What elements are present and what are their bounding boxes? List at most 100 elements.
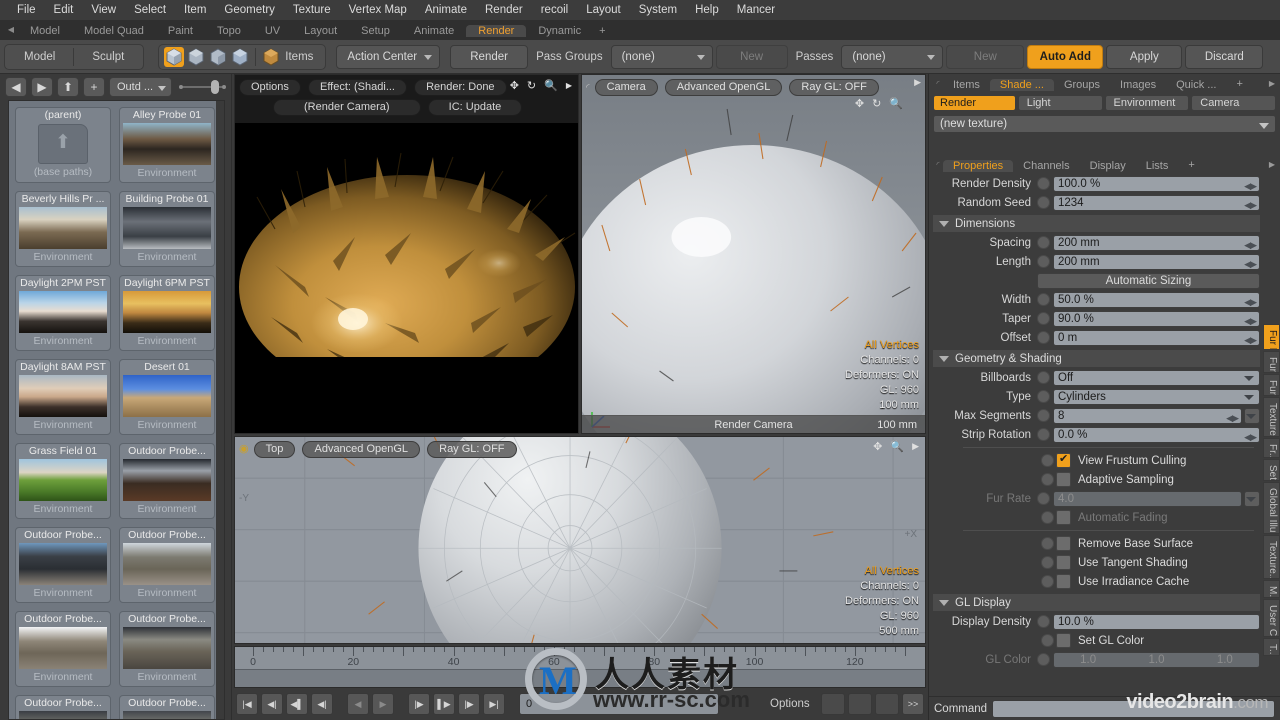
vertical-tab-9[interactable]: User C ... [1263, 599, 1280, 637]
view-frustum-culling-row[interactable]: View Frustum Culling [929, 451, 1262, 470]
geo-strip-rotation-knob[interactable] [1037, 428, 1050, 441]
preset-card[interactable]: Outdoor Probe...Environment [119, 443, 215, 519]
items-mode-icon[interactable] [261, 47, 281, 67]
fur-render-density-row[interactable]: Render Density 100.0 % ◀▶ [929, 174, 1262, 193]
timeline-keyframe-lane[interactable] [235, 669, 925, 687]
slider-track[interactable] [183, 80, 222, 94]
ic-update-button[interactable]: IC: Update [427, 99, 523, 116]
sub-tab-add[interactable]: + [1178, 157, 1204, 174]
preset-card[interactable]: Outdoor Probe...Environment [15, 527, 111, 603]
dim-taper-row[interactable]: Taper 90.0 % ◀▶ [929, 309, 1262, 328]
preset-card[interactable]: Building Probe 01 Environment [119, 191, 215, 267]
go-to-end-icon[interactable]: ▶| [483, 693, 505, 715]
fur-rate-knob[interactable] [1037, 492, 1050, 505]
menu-item-vertex-map[interactable]: Vertex Map [340, 0, 416, 20]
tabs-scroll-right-icon[interactable]: ▶ [1264, 75, 1280, 93]
nav-up-icon[interactable]: ⬆ [57, 77, 79, 97]
properties-tab-add[interactable]: + [1226, 76, 1252, 93]
expand-arrow-icon[interactable]: ▶ [566, 81, 572, 90]
vertical-tab-0[interactable]: Fur M... [1263, 324, 1280, 350]
remove-base-surface-row[interactable]: Remove Base Surface [929, 534, 1262, 553]
preset-card[interactable]: Outdoor Probe...Environment [119, 527, 215, 603]
preset-card[interactable]: Daylight 8AM PST Environment [15, 359, 111, 435]
preset-card[interactable]: Grass Field 01 Environment [15, 443, 111, 519]
dim-automatic-sizing-button[interactable]: Automatic Sizing [1037, 272, 1260, 289]
menu-item-mancer[interactable]: Mancer [728, 0, 784, 20]
render-camera-button[interactable]: (Render Camera) [273, 99, 421, 116]
previous-key-icon[interactable]: ◀| [261, 693, 283, 715]
shader-segment-render[interactable]: Render [933, 95, 1016, 111]
preset-card[interactable]: (parent) (base paths) [15, 107, 111, 183]
preset-card[interactable]: Outdoor Probe...Environment [15, 695, 111, 719]
spinner-icon[interactable]: ◀▶ [1226, 411, 1239, 423]
properties-tab-items[interactable]: Items [943, 79, 990, 91]
use-tangent-shading-row[interactable]: Use Tangent Shading [929, 553, 1262, 572]
fur-rate-row[interactable]: Fur Rate 4.0 [929, 489, 1262, 508]
spinner-icon[interactable]: ◀▶ [1244, 295, 1257, 307]
dim-offset-row[interactable]: Offset 0 m ◀▶ [929, 328, 1262, 347]
go-to-start-icon[interactable]: |◀ [236, 693, 258, 715]
gl-color-knob[interactable] [1037, 653, 1050, 666]
fur-random-seed-row[interactable]: Random Seed 1234 ◀▶ [929, 193, 1262, 212]
use-tangent-shading-checkbox[interactable] [1056, 555, 1071, 570]
vertical-tab-7[interactable]: Texture... [1263, 535, 1280, 579]
adaptive-sampling-knob[interactable] [1041, 473, 1054, 486]
next-key-icon[interactable]: |▶ [458, 693, 480, 715]
display-density-knob[interactable] [1037, 615, 1050, 628]
transport-overflow-button[interactable]: >> [902, 693, 924, 715]
discard-button[interactable]: Discard [1185, 44, 1264, 69]
mode-sculpt-button[interactable]: Sculpt [74, 45, 142, 69]
menu-item-help[interactable]: Help [686, 0, 728, 20]
sub-tab-display[interactable]: Display [1080, 160, 1136, 172]
animation-tool-3-icon[interactable] [875, 693, 899, 715]
menu-item-select[interactable]: Select [125, 0, 175, 20]
vertical-tab-3[interactable]: Texture ... [1263, 397, 1280, 437]
dim-taper-field[interactable]: 90.0 % ◀▶ [1053, 310, 1260, 327]
geo-type-dropdown[interactable]: Cylinders [1053, 388, 1260, 405]
subtabs-menu-icon[interactable]: ◜ [933, 156, 943, 174]
use-irradiance-cache-row[interactable]: Use Irradiance Cache [929, 572, 1262, 591]
menu-item-geometry[interactable]: Geometry [215, 0, 284, 20]
camera-raygl-button[interactable]: Ray GL: OFF [789, 79, 879, 96]
dim-offset-knob[interactable] [1037, 331, 1050, 344]
dim-width-field[interactable]: 50.0 % ◀▶ [1053, 291, 1260, 308]
shader-segment-light[interactable]: Light [1017, 95, 1103, 111]
passes-dropdown[interactable]: (none) [841, 44, 944, 69]
frame-back-icon[interactable]: ◀| [311, 693, 333, 715]
display-density-field[interactable]: 10.0 % [1053, 613, 1260, 630]
camera-shading-button[interactable]: Advanced OpenGL [664, 79, 783, 96]
play-icon[interactable]: ▶ [372, 693, 394, 715]
automatic-fading-checkbox[interactable] [1056, 510, 1071, 525]
geo-billboards-dropdown[interactable]: Off [1053, 369, 1260, 386]
slider-knob[interactable] [211, 80, 220, 94]
play-reverse-icon[interactable]: ◀ [347, 693, 369, 715]
mode-model-button[interactable]: Model [6, 45, 73, 69]
vertical-tab-5[interactable]: Set... [1263, 459, 1280, 481]
preset-card[interactable]: Beverly Hills Pr ... Environment [15, 191, 111, 267]
remove-base-surface-knob[interactable] [1041, 537, 1054, 550]
materials-mode-icon[interactable] [230, 47, 250, 67]
fur-rate-dropdown[interactable] [1244, 490, 1260, 507]
render-options-button[interactable]: Options [239, 79, 301, 96]
pass-groups-new-button[interactable]: New [715, 44, 788, 69]
menu-item-recoil[interactable]: recoil [532, 0, 577, 20]
dim-spacing-knob[interactable] [1037, 236, 1050, 249]
move-icon[interactable]: ✥ [855, 97, 864, 110]
set-gl-color-row[interactable]: Set GL Color [929, 631, 1262, 650]
layout-tab-paint[interactable]: Paint [156, 25, 205, 37]
spinner-icon[interactable]: ◀▶ [1244, 430, 1257, 442]
view-frustum-culling-knob[interactable] [1041, 454, 1054, 467]
set-gl-color-checkbox[interactable] [1056, 633, 1071, 648]
transport-options-label[interactable]: Options [765, 698, 815, 710]
dim-length-row[interactable]: Length 200 mm ◀▶ [929, 252, 1262, 271]
step-back-icon[interactable]: ◀▌ [286, 693, 308, 715]
spinner-icon[interactable]: ◀▶ [1244, 314, 1257, 326]
layout-tab-render[interactable]: Render [466, 25, 527, 37]
preset-card[interactable]: Desert 01 Environment [119, 359, 215, 435]
camera-viewport[interactable]: ◜ Camera Advanced OpenGL Ray GL: OFF ▶ ✥… [581, 74, 926, 434]
render-effect-button[interactable]: Effect: (Shadi... [307, 79, 407, 96]
sub-tab-properties[interactable]: Properties [943, 160, 1014, 172]
layout-tab-animate[interactable]: Animate [402, 25, 466, 37]
top-raygl-button[interactable]: Ray GL: OFF [427, 441, 517, 458]
geo-type-row[interactable]: Type Cylinders [929, 387, 1262, 406]
